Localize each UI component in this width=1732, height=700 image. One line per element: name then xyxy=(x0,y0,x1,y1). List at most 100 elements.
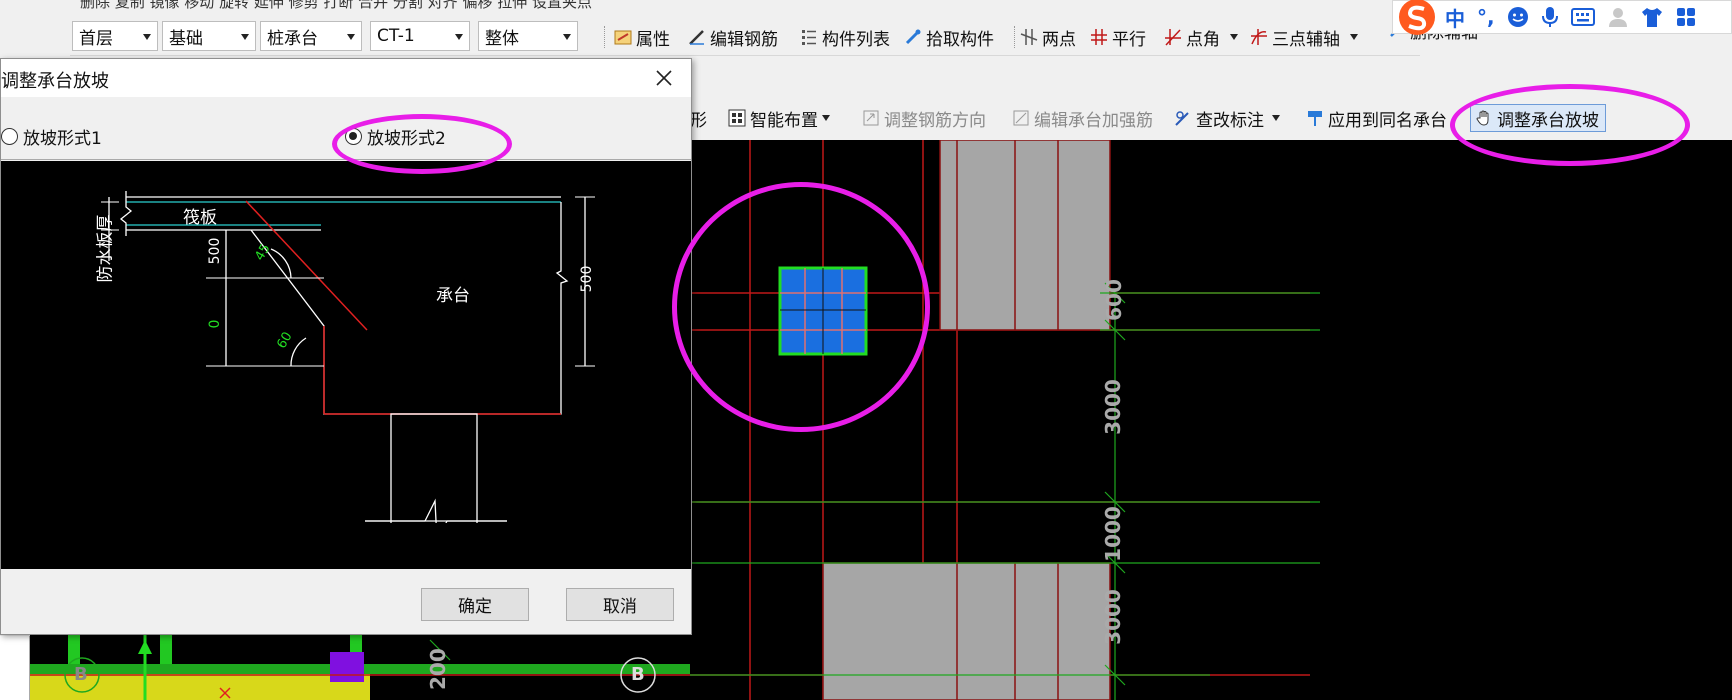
two-point-axis-icon xyxy=(1020,29,1038,45)
category-select[interactable]: 基础 xyxy=(162,21,256,51)
chevron-down-icon[interactable] xyxy=(1272,115,1280,121)
pick-component-label: 拾取构件 xyxy=(926,29,994,50)
component-value: CT-1 xyxy=(377,26,415,46)
list-icon xyxy=(802,30,816,45)
properties-button[interactable]: 属性 xyxy=(614,24,670,50)
ime-toolbar[interactable]: 中 °, xyxy=(1392,0,1732,35)
smart-layout-button[interactable]: 智能布置 xyxy=(728,104,830,132)
toolbox-grid-icon[interactable] xyxy=(1675,6,1697,28)
pick-component-button[interactable]: 拾取构件 xyxy=(904,24,994,50)
edit-rebar-button[interactable]: 编辑钢筋 xyxy=(688,24,778,50)
check-label-button[interactable]: 查改标注 xyxy=(1174,104,1280,132)
dim-text-200: 200 xyxy=(426,648,450,690)
component-list-button[interactable]: 构件列表 xyxy=(800,24,890,50)
ime-language[interactable]: 中 xyxy=(1445,3,1465,32)
adjust-slope-label: 调整承台放坡 xyxy=(1497,110,1599,131)
close-icon[interactable] xyxy=(651,65,677,91)
toolbar-top-text: 删除 复制 镜像 移动 旋转 延伸 修剪 打断 合并 分割 对齐 偏移 拉伸 设… xyxy=(80,0,592,11)
three-point-axis-button[interactable]: 三点辅轴 xyxy=(1250,24,1358,50)
floor-select[interactable]: 首层 xyxy=(72,21,158,51)
adjust-rebar-direction-button[interactable]: 调整钢筋方向 xyxy=(862,104,986,132)
punctuation-icon[interactable]: °, xyxy=(1477,5,1495,29)
raft-label: 筏板 xyxy=(183,208,217,228)
three-point-axis-icon xyxy=(1251,29,1267,45)
ok-button[interactable]: 确定 xyxy=(421,588,529,621)
slope-option-1-radio[interactable]: 放坡形式1 xyxy=(1,124,102,149)
radio-button[interactable] xyxy=(1,128,18,145)
slope-option-2-radio[interactable]: 放坡形式2 xyxy=(345,124,446,149)
separator xyxy=(1014,26,1015,48)
point-angle-icon xyxy=(1165,29,1181,46)
edit-reinforcement-button[interactable]: 编辑承台加强筋 xyxy=(1012,104,1153,132)
edit-reinforcement-label: 编辑承台加强筋 xyxy=(1034,110,1153,131)
properties-label: 属性 xyxy=(636,29,670,50)
drawing-canvas[interactable]: 600 3000 1000 3000 xyxy=(690,140,1732,700)
dim-text-1000: 1000 xyxy=(1101,506,1125,562)
toolbar-main: 首层 基础 桩承台 CT-1 整体 属性 编辑钢筋 构件列表 拾取构件 两点 平… xyxy=(70,16,1478,56)
edit-reinforcement-icon xyxy=(1013,110,1029,126)
slope-option-2-label: 放坡形式2 xyxy=(367,129,446,149)
radio-button-selected[interactable] xyxy=(345,128,362,145)
separator xyxy=(604,26,605,48)
parallel-label: 平行 xyxy=(1112,29,1146,50)
chevron-down-icon[interactable] xyxy=(1350,34,1358,40)
slope-preview-diagram: 筏板 防水板厚 承台 500 0 500 45 60 xyxy=(1,161,691,569)
canvas-drawing xyxy=(690,140,1320,700)
axis-label-b: B xyxy=(631,664,645,685)
adjust-slope-button[interactable]: 调整承台放坡 xyxy=(1470,104,1606,132)
pencil-icon xyxy=(689,30,704,45)
parallel-button[interactable]: 平行 xyxy=(1090,24,1146,50)
emoji-icon[interactable] xyxy=(1507,6,1529,28)
chevron-down-icon[interactable] xyxy=(822,115,830,121)
dim-left-top: 500 xyxy=(207,237,223,265)
skin-shirt-icon[interactable] xyxy=(1641,6,1663,28)
two-points-label: 两点 xyxy=(1042,29,1076,50)
apply-to-same-button[interactable]: 应用到同名承台 xyxy=(1306,104,1447,132)
slope-option-1-label: 放坡形式1 xyxy=(23,129,102,149)
chevron-down-icon xyxy=(563,34,571,40)
check-label-icon xyxy=(1175,111,1189,126)
component-type-value: 桩承台 xyxy=(267,28,318,49)
chevron-down-icon xyxy=(241,34,249,40)
selected-pile-cap[interactable] xyxy=(778,266,868,356)
dialog-title-bar[interactable]: 调整承台放坡 xyxy=(1,59,691,97)
shape-button-partial-label: 形 xyxy=(690,110,707,131)
axis-label-b-left: B xyxy=(74,664,88,685)
properties-icon xyxy=(614,30,632,45)
component-type-select[interactable]: 桩承台 xyxy=(260,21,362,51)
point-angle-button[interactable]: 点角 xyxy=(1164,24,1238,50)
user-icon[interactable] xyxy=(1607,6,1629,28)
dim-text-600: 600 xyxy=(1102,279,1126,321)
eyedropper-icon xyxy=(905,29,921,45)
smart-layout-label: 智能布置 xyxy=(750,110,818,131)
dialog-title: 调整承台放坡 xyxy=(1,71,109,92)
component-select[interactable]: CT-1 xyxy=(370,21,470,51)
cancel-button[interactable]: 取消 xyxy=(566,588,674,621)
category-select-value: 基础 xyxy=(169,28,203,49)
shape-button-partial[interactable]: 形 xyxy=(690,104,707,132)
chevron-down-icon xyxy=(347,34,355,40)
sogou-logo-icon xyxy=(1399,0,1435,35)
keyboard-icon[interactable] xyxy=(1570,7,1595,27)
paint-roller-icon xyxy=(1308,111,1322,126)
adjust-rebar-direction-label: 调整钢筋方向 xyxy=(884,110,986,131)
chevron-down-icon[interactable] xyxy=(1230,34,1238,40)
dim-right: 500 xyxy=(579,265,595,293)
edit-rebar-label: 编辑钢筋 xyxy=(710,29,778,50)
floor-select-value: 首层 xyxy=(79,28,113,49)
apply-to-same-label: 应用到同名承台 xyxy=(1328,110,1447,131)
left-panel-edge xyxy=(0,636,30,700)
parallel-axis-icon xyxy=(1091,29,1107,45)
dim-left-bottom: 0 xyxy=(207,319,223,329)
microphone-icon[interactable] xyxy=(1541,6,1559,28)
smart-layout-icon xyxy=(728,109,746,127)
toolbar-edit-partial: 删除 复制 镜像 移动 旋转 延伸 修剪 打断 合并 分割 对齐 偏移 拉伸 设… xyxy=(70,0,1210,14)
hand-icon xyxy=(1476,110,1489,126)
scope-select[interactable]: 整体 xyxy=(478,21,578,51)
dim-text-3000a: 3000 xyxy=(1101,379,1125,435)
two-points-button[interactable]: 两点 xyxy=(1020,24,1076,50)
point-angle-label: 点角 xyxy=(1186,29,1220,50)
dim-text-3000b: 3000 xyxy=(1101,589,1125,645)
waterproof-thickness-label: 防水板厚 xyxy=(95,214,116,283)
cap-label: 承台 xyxy=(436,286,470,306)
